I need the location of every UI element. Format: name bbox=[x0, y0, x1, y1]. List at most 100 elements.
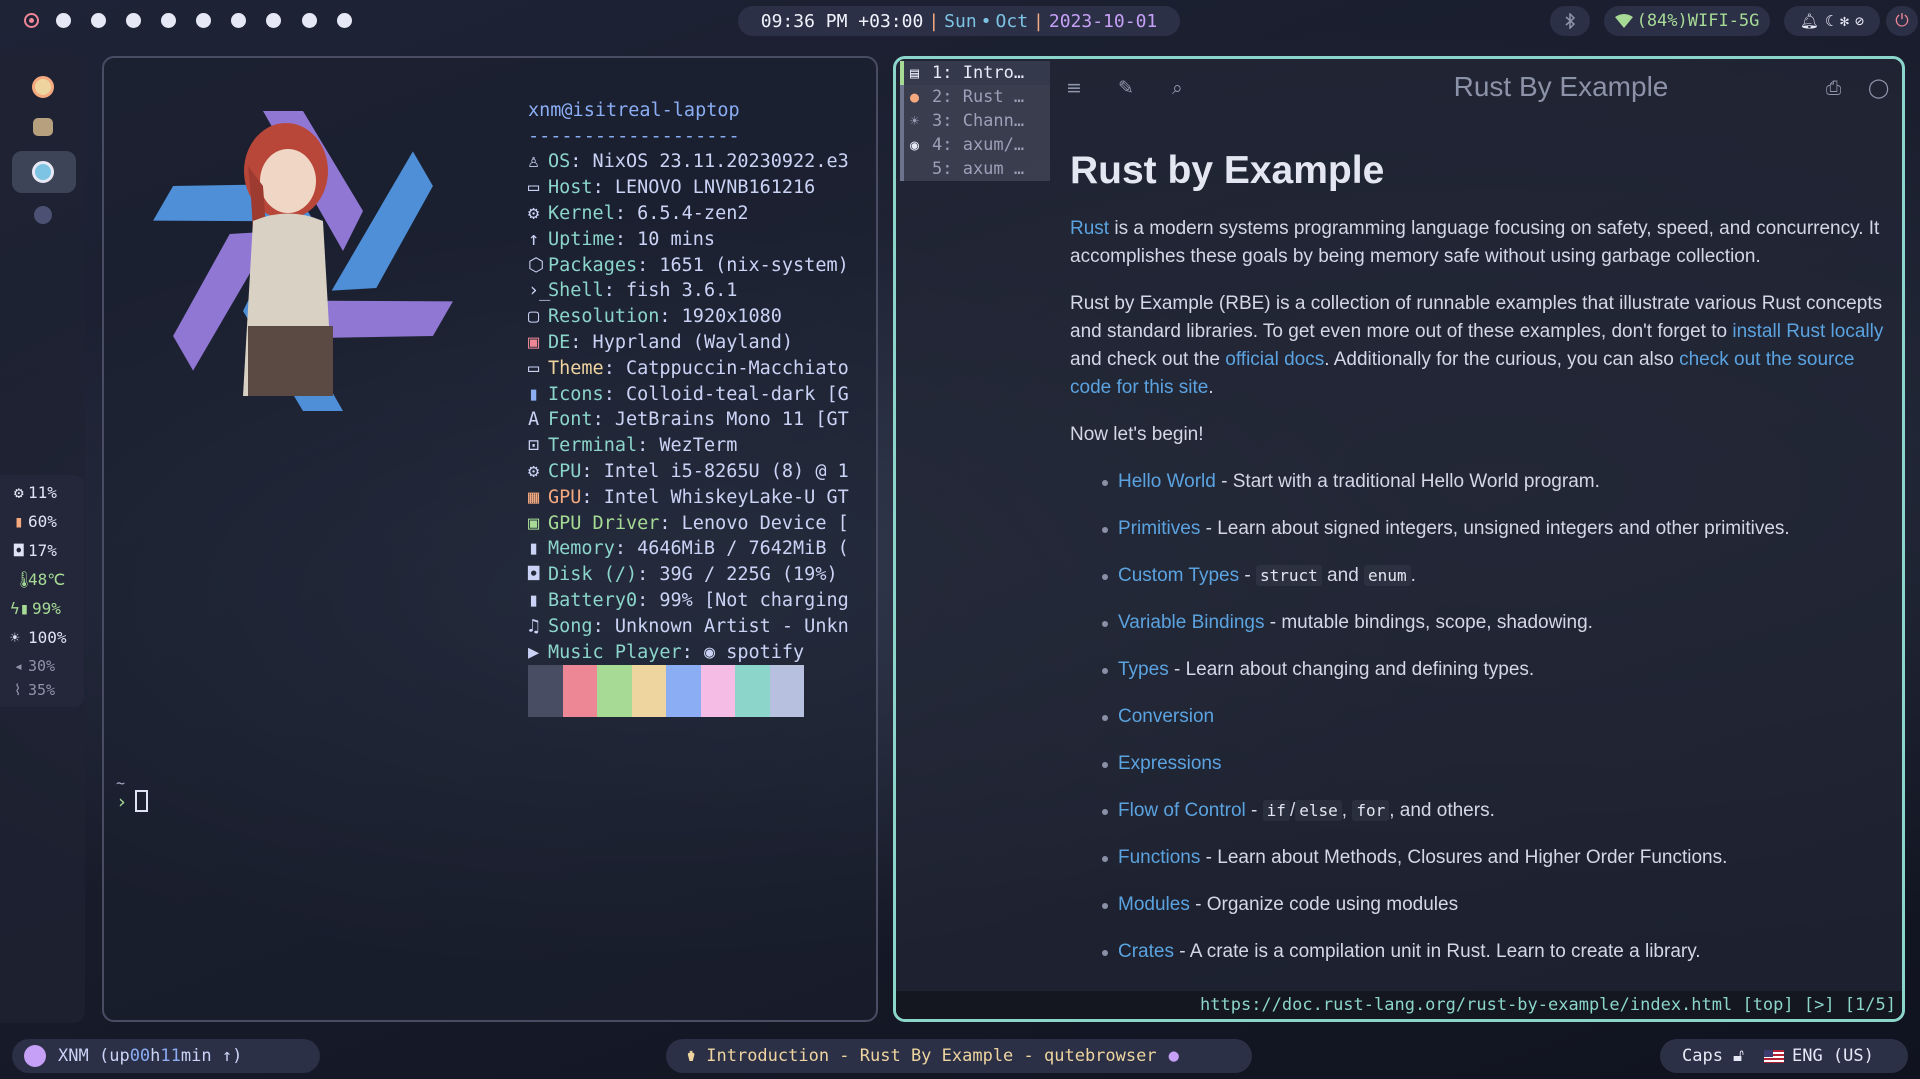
shell-prompt[interactable]: ~ › bbox=[116, 776, 149, 814]
palette-swatch-7 bbox=[735, 665, 770, 717]
battery-icon: ϟ▮ bbox=[10, 599, 30, 618]
workspace-1-active[interactable] bbox=[24, 13, 39, 28]
memory-stat[interactable]: ▮ 60% bbox=[14, 512, 57, 531]
custom-types-link[interactable]: Custom Types bbox=[1118, 565, 1239, 586]
firefox-icon[interactable] bbox=[32, 76, 54, 98]
palette-swatch-6 bbox=[700, 665, 735, 717]
primitives-link[interactable]: Primitives bbox=[1118, 518, 1200, 539]
eye-off-icon[interactable]: ⊘ bbox=[1855, 12, 1864, 30]
fetch-line-cpu: ⚙ CPU: Intel i5-8265U (8) @ 1 bbox=[528, 459, 849, 485]
qutebrowser-window[interactable]: ▤ 1: Intro… ● 2: Rust … ☀ 3: Chann… ◉ 4: axu… bbox=[893, 56, 1905, 1022]
functions-link[interactable]: Functions bbox=[1118, 847, 1200, 868]
nixos-icon: ♙ bbox=[528, 151, 540, 173]
play-icon: ▶ bbox=[528, 641, 540, 663]
palette-swatch-1 bbox=[528, 665, 563, 717]
nix-user-icon bbox=[24, 1045, 46, 1067]
anime-character-image bbox=[243, 123, 333, 396]
moon-icon[interactable]: ☾ bbox=[1825, 12, 1834, 30]
color-palette bbox=[528, 665, 804, 717]
gpu-icon: ▦ bbox=[528, 486, 540, 508]
uptime-widget[interactable]: XNM (up 00 h 11 min ↑) bbox=[12, 1039, 320, 1073]
workspace-3[interactable] bbox=[91, 13, 106, 28]
brightness-stat[interactable]: ☀ 100% bbox=[10, 628, 67, 647]
terminal-cursor bbox=[135, 790, 149, 812]
fetch-line-uptime: ↑ Uptime: 10 mins bbox=[528, 227, 849, 253]
bluetooth-button[interactable] bbox=[1550, 6, 1590, 36]
types-link[interactable]: Types bbox=[1118, 659, 1169, 680]
workspace-10[interactable] bbox=[337, 13, 352, 28]
install-rust-link[interactable]: install Rust locally bbox=[1732, 321, 1883, 342]
swappy-icon[interactable] bbox=[34, 206, 52, 224]
disk-stat[interactable]: ◘ 17% bbox=[14, 541, 57, 560]
workspace-9[interactable] bbox=[302, 13, 317, 28]
shell-icon: ›_ bbox=[528, 280, 551, 302]
tab-2[interactable]: ● 2: Rust … bbox=[900, 85, 1050, 109]
volume-stat[interactable]: ◂ 30% bbox=[14, 657, 55, 675]
palette-swatch-2 bbox=[562, 665, 597, 717]
clock-widget[interactable]: 09:36 PM +03:00 | Sun • Oct | 2023-10-01 bbox=[738, 6, 1180, 36]
bell-icon[interactable]: 🔔︎ bbox=[1800, 12, 1819, 30]
brush-icon[interactable]: ✎ bbox=[1118, 77, 1134, 99]
disk-icon: ◘ bbox=[528, 564, 540, 586]
crates-link[interactable]: Crates bbox=[1118, 941, 1174, 962]
workspace-5[interactable] bbox=[161, 13, 176, 28]
github-icon[interactable]: ◯ bbox=[1868, 77, 1889, 99]
top-bar: 09:36 PM +03:00 | Sun • Oct | 2023-10-01… bbox=[0, 0, 1920, 42]
workspace-4[interactable] bbox=[126, 13, 141, 28]
menu-icon[interactable]: ≡ bbox=[1066, 77, 1082, 99]
flow-of-control-link[interactable]: Flow of Control bbox=[1118, 800, 1246, 821]
rbe-toolbar: ≡ ✎ ⌕ Rust By Example ⎙ ◯ bbox=[1066, 59, 1902, 121]
tab-bar: ▤ 1: Intro… ● 2: Rust … ☀ 3: Chann… ◉ 4: axu… bbox=[900, 61, 1050, 181]
tray: 🔔︎ ☾ ✻ ⊘ bbox=[1784, 6, 1880, 36]
expressions-link[interactable]: Expressions bbox=[1118, 753, 1222, 774]
us-flag-icon bbox=[1763, 1049, 1784, 1063]
print-icon[interactable]: ⎙ bbox=[1826, 77, 1841, 99]
tab-4[interactable]: ◉ 4: axum/… bbox=[900, 133, 1050, 157]
list-item: Custom Types - struct and enum. bbox=[1102, 562, 1890, 590]
active-window-title[interactable]: ⚱ Introduction - Rust By Example - quteb… bbox=[666, 1039, 1252, 1073]
tab-5[interactable]: 5: axum … bbox=[900, 157, 1050, 181]
wifi-widget[interactable]: (84%)WIFI-5G bbox=[1604, 6, 1770, 36]
wifi-icon bbox=[1614, 14, 1633, 28]
workspace-7[interactable] bbox=[231, 13, 246, 28]
fetch-line-icons: ▮ Icons: Colloid-teal-dark [G bbox=[528, 382, 849, 408]
power-button[interactable]: ⏻ bbox=[1886, 6, 1918, 36]
brightness-icon: ☀ bbox=[10, 628, 20, 647]
file-icon: ▮ bbox=[528, 383, 540, 405]
hello-world-link[interactable]: Hello World bbox=[1118, 471, 1216, 492]
tab-3[interactable]: ☀ 3: Chann… bbox=[900, 109, 1050, 133]
palette-swatch-3 bbox=[597, 665, 632, 717]
fetch-line-gpu-driver: ▣ GPU Driver: Lenovo Device [ bbox=[528, 511, 849, 537]
rust-link[interactable]: Rust bbox=[1070, 218, 1109, 239]
battery-stat[interactable]: ϟ▮ 99% bbox=[10, 599, 61, 618]
cpu-stat[interactable]: ⚙ 11% bbox=[14, 483, 57, 502]
workspace-8[interactable] bbox=[266, 13, 281, 28]
mic-stat[interactable]: ⌇ 35% bbox=[14, 681, 55, 699]
list-item: Modules - Organize code using modules bbox=[1102, 891, 1890, 919]
official-docs-link[interactable]: official docs bbox=[1225, 349, 1324, 370]
terminal-window[interactable]: xnm@isitreal-laptop ------------------- ♙ O… bbox=[102, 56, 878, 1022]
fan-icon[interactable]: ✻ bbox=[1840, 12, 1849, 30]
conversion-link[interactable]: Conversion bbox=[1118, 706, 1214, 727]
begin-text: Now let's begin! bbox=[1070, 424, 1204, 445]
fetch-line-theme: ▭ Theme: Catppuccin-Macchiato bbox=[528, 356, 849, 382]
temperature-icon: 🌡︎ bbox=[14, 570, 35, 589]
system-stats: ⚙ 11% ▮ 60% ◘ 17% 🌡︎48℃ ϟ▮ 99% ☀ 100% ◂ 30% ⌇ 3… bbox=[0, 475, 84, 707]
github-icon: ◉ bbox=[910, 136, 920, 154]
fetch-line-memory: ▮ Memory: 4646MiB / 7642MiB ( bbox=[528, 536, 849, 562]
keyboard-widget[interactable]: Caps 🔓︎ ENG (US) bbox=[1660, 1039, 1908, 1073]
modules-link[interactable]: Modules bbox=[1118, 894, 1190, 915]
tab-1[interactable]: ▤ 1: Intro… bbox=[900, 61, 1050, 85]
sun-icon: ☀ bbox=[910, 112, 920, 130]
terminal-icon: ⊡ bbox=[528, 435, 540, 457]
folder-icon[interactable] bbox=[33, 118, 53, 136]
temperature-stat[interactable]: 🌡︎48℃ bbox=[14, 570, 65, 589]
workspace-6[interactable] bbox=[196, 13, 211, 28]
variable-bindings-link[interactable]: Variable Bindings bbox=[1118, 612, 1264, 633]
qutebrowser-icon[interactable] bbox=[32, 161, 54, 183]
fetch-line-packages: ⬡ Packages: 1651 (nix-system) bbox=[528, 253, 849, 279]
workspace-2[interactable] bbox=[56, 13, 71, 28]
search-icon[interactable]: ⌕ bbox=[1172, 77, 1183, 99]
rbe-paragraph: Rust by Example (RBE) is a collection of… bbox=[1070, 293, 1884, 398]
cpu-icon: ⚙ bbox=[528, 460, 540, 482]
